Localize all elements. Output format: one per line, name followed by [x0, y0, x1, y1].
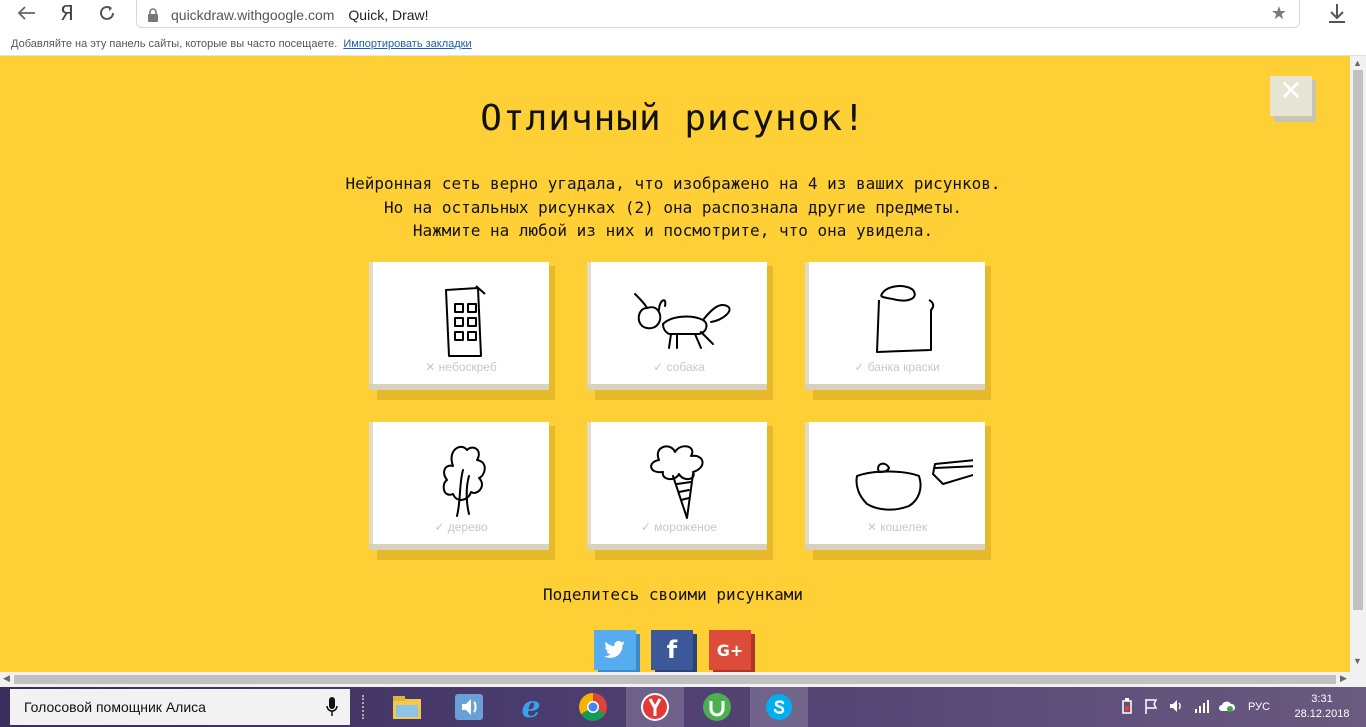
chrome-icon [579, 693, 607, 721]
desc-line-3: Нажмите на любой из них и посмотрите, чт… [412, 221, 934, 240]
card-shadow [985, 266, 991, 400]
internet-explorer-app[interactable]: e [502, 687, 560, 727]
voice-assistant-label: Голосовой помощник Алиса [24, 699, 206, 715]
bookmark-star-icon[interactable]: ★ [1271, 3, 1287, 24]
card-shadow [767, 266, 773, 400]
card-shadow [767, 426, 773, 560]
yandex-home-button[interactable]: Я [54, 0, 80, 26]
ie-icon: e [521, 689, 541, 725]
paint-can-drawing [876, 285, 935, 353]
network-signal-icon[interactable] [1194, 699, 1210, 716]
result-description: Нейронная сеть верно угадала, что изобра… [0, 172, 1346, 243]
clock-time: 3:31 [1311, 693, 1333, 705]
twitter-share-button[interactable] [594, 630, 640, 672]
reload-icon [100, 5, 114, 20]
card-shadow [549, 426, 555, 560]
horizontal-scrollbar[interactable]: ◀ ▶ [0, 672, 1366, 687]
reload-button[interactable] [94, 0, 120, 26]
google-plus-icon: G+ [709, 630, 751, 670]
url-text: quickdraw.withgoogle.com [171, 7, 335, 23]
google-plus-share-button[interactable]: G+ [709, 630, 755, 672]
tree-drawing [442, 445, 486, 517]
system-clock[interactable]: 3:31 28.12.2018 [1292, 692, 1352, 722]
yandex-browser-icon [641, 693, 669, 721]
drawing-card-paint-can[interactable]: ✓ банка краски [805, 262, 991, 400]
windows-taskbar: Голосовой помощник Алиса e РУС 3:31 28.1… [0, 687, 1366, 727]
speaker-icon [455, 694, 483, 720]
scroll-up-icon[interactable]: ▲ [1353, 58, 1362, 68]
file-explorer-app[interactable] [378, 687, 436, 727]
drawing-label: ✓ мороженое [640, 520, 718, 534]
chrome-app[interactable] [564, 687, 622, 727]
sound-app[interactable] [440, 687, 498, 727]
twitter-bird-icon [604, 641, 625, 658]
cloud-sync-icon[interactable] [1218, 699, 1236, 716]
card-edge [587, 544, 767, 550]
scroll-right-icon[interactable]: ▶ [1340, 673, 1347, 684]
bookmarks-hint: Добавляйте на эту панель сайты, которые … [11, 38, 338, 50]
drawing-card-tree[interactable]: ✓ дерево [369, 422, 555, 560]
download-icon[interactable] [1326, 2, 1348, 24]
facebook-share-button[interactable]: f [651, 630, 697, 672]
drawing-label: ✓ собака [653, 360, 705, 374]
drawing-label: ✕ кошелек [866, 520, 928, 534]
utorrent-icon [703, 693, 731, 721]
scroll-down-icon[interactable]: ▼ [1353, 656, 1362, 666]
page-title-text: Quick, Draw! [348, 7, 429, 23]
scroll-thumb[interactable] [14, 675, 1336, 684]
input-language[interactable]: РУС [1248, 701, 1270, 713]
volume-icon[interactable] [1168, 698, 1184, 717]
yandex-browser-app[interactable] [626, 687, 684, 727]
page-title: Отличный рисунок! [480, 98, 866, 139]
drawing-label: ✕ небоскреб [425, 360, 497, 374]
utorrent-app[interactable] [688, 687, 746, 727]
drawing-card-wallet[interactable]: ✕ кошелек [805, 422, 991, 560]
address-bar[interactable]: quickdraw.withgoogle.com Quick, Draw! ★ [136, 0, 1300, 28]
skype-app[interactable] [750, 687, 808, 727]
folder-icon [393, 696, 421, 719]
card-shadow [985, 426, 991, 560]
card-edge [805, 384, 985, 390]
vertical-scrollbar[interactable]: ▲ ▼ [1350, 56, 1366, 672]
skyscraper-drawing [445, 285, 486, 357]
card-edge [369, 384, 549, 390]
dog-drawing [634, 293, 731, 349]
desc-line-2: Но на остальных рисунках (2) она распозн… [384, 197, 962, 217]
drawing-label: ✓ банка краски [854, 360, 940, 374]
power-icon[interactable] [1120, 697, 1134, 717]
share-label: Поделитесь своими рисунками [542, 585, 804, 604]
taskbar-divider [362, 695, 372, 719]
lock-icon [148, 8, 158, 22]
card-edge [369, 544, 549, 550]
facebook-icon: f [651, 630, 693, 670]
wallet-drawing [855, 459, 973, 511]
import-bookmarks-link[interactable]: Импортировать закладки [343, 38, 471, 50]
twitter-face [594, 630, 636, 670]
drawing-label: ✓ дерево [434, 520, 488, 534]
ice-cream-drawing [650, 445, 704, 519]
drawing-card-ice-cream[interactable]: ✓ мороженое [587, 422, 773, 560]
card-edge [805, 544, 985, 550]
drawing-card-dog[interactable]: ✓ собака [587, 262, 773, 400]
back-arrow-icon [18, 6, 35, 20]
voice-assistant-search[interactable]: Голосовой помощник Алиса [10, 689, 350, 725]
drawing-card-skyscraper[interactable]: ✕ небоскреб [369, 262, 555, 400]
system-tray: РУС [1120, 687, 1270, 727]
result-page: ✕ Отличный рисунок! Нейронная сеть верно… [0, 56, 1350, 672]
scroll-left-icon[interactable]: ◀ [3, 673, 10, 684]
bookmarks-bar: Добавляйте на эту панель сайты, которые … [0, 32, 1366, 56]
browser-toolbar: Я quickdraw.withgoogle.com Quick, Draw! … [0, 0, 1366, 32]
scroll-thumb[interactable] [1353, 70, 1363, 610]
card-shadow [549, 266, 555, 400]
microphone-icon[interactable] [326, 697, 338, 717]
skype-icon [766, 694, 792, 720]
clock-date: 28.12.2018 [1294, 708, 1350, 720]
back-button[interactable] [14, 0, 40, 26]
card-edge [587, 384, 767, 390]
flag-icon[interactable] [1144, 698, 1158, 717]
desc-line-1: Нейронная сеть верно угадала, что изобра… [345, 174, 1001, 193]
